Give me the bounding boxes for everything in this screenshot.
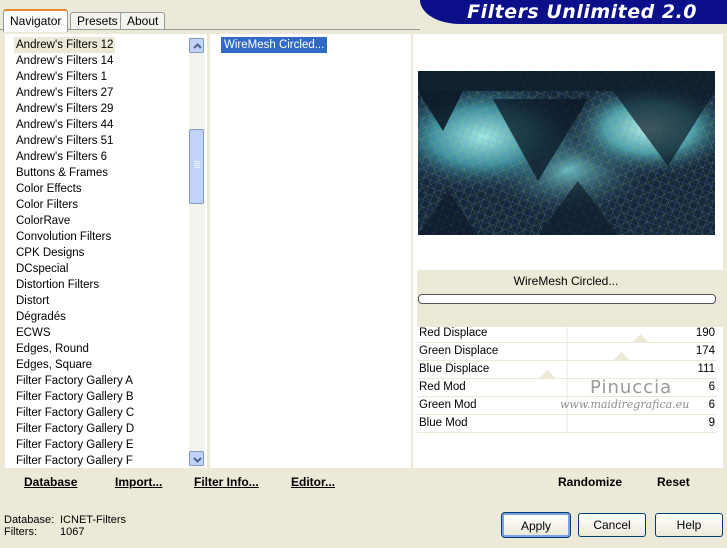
scroll-down-button[interactable] xyxy=(189,451,204,466)
filter-item-wiremesh-circled[interactable]: WireMesh Circled... xyxy=(221,37,328,53)
scroll-thumb[interactable] xyxy=(189,129,204,204)
parameter-slider[interactable]: Red Displace 190 xyxy=(417,325,717,343)
parameter-label: Blue Displace xyxy=(419,363,490,375)
selected-filter-label: WireMesh Circled... xyxy=(513,274,619,288)
preview-image xyxy=(418,71,715,235)
chevron-down-icon xyxy=(193,457,202,463)
category-item[interactable]: Buttons & Frames xyxy=(14,165,110,181)
category-item[interactable]: Andrew's Filters 29 xyxy=(14,101,115,117)
category-item[interactable]: Filter Factory Gallery D xyxy=(14,421,136,437)
row-divider xyxy=(417,432,717,433)
app-title: Filters Unlimited 2.0 xyxy=(467,1,697,23)
title-banner: Filters Unlimited 2.0 xyxy=(420,0,727,24)
randomize-button[interactable]: Randomize xyxy=(558,475,622,489)
filters-count: 1067 xyxy=(60,526,85,538)
tab-presets[interactable]: Presets xyxy=(70,12,125,30)
category-item[interactable]: Color Effects xyxy=(14,181,84,197)
category-item[interactable]: Andrew's Filters 1 xyxy=(14,69,109,85)
reset-button[interactable]: Reset xyxy=(657,475,690,489)
apply-button[interactable]: Apply xyxy=(501,512,571,538)
scroll-up-button[interactable] xyxy=(189,38,204,53)
watermark-name: Pinuccia xyxy=(590,377,673,398)
parameter-label: Green Mod xyxy=(419,399,477,411)
panel-divider xyxy=(207,34,210,468)
editor-button[interactable]: Editor... xyxy=(291,475,335,489)
parameter-value: 6 xyxy=(708,381,715,393)
category-item[interactable]: CPK Designs xyxy=(14,245,86,261)
progress-bar xyxy=(418,294,716,304)
category-item[interactable]: Convolution Filters xyxy=(14,229,113,245)
category-item[interactable]: Filter Factory Gallery E xyxy=(14,437,136,453)
category-item[interactable]: Filter Factory Gallery B xyxy=(14,389,136,405)
category-item[interactable]: ECWS xyxy=(14,325,53,341)
tab-navigator[interactable]: Navigator xyxy=(3,9,69,32)
category-item[interactable]: Andrew's Filters 44 xyxy=(14,117,115,133)
database-value: ICNET-Filters xyxy=(60,514,126,526)
category-item[interactable]: Distortion Filters xyxy=(14,277,101,293)
help-button[interactable]: Help xyxy=(655,513,723,537)
category-item[interactable]: Andrew's Filters 14 xyxy=(14,53,115,69)
category-item[interactable]: Andrew's Filters 27 xyxy=(14,85,115,101)
database-label: Database: xyxy=(4,514,55,526)
watermark-site: www.maidiregrafica.eu xyxy=(560,398,690,411)
category-item[interactable]: Edges, Square xyxy=(14,357,94,373)
parameter-value: 190 xyxy=(695,327,715,339)
category-item[interactable]: Andrew's Filters 51 xyxy=(14,133,115,149)
category-item[interactable]: Filter Factory Gallery C xyxy=(14,405,136,421)
parameter-label: Red Displace xyxy=(419,327,488,339)
category-item[interactable]: Andrew's Filters 12 xyxy=(14,37,116,53)
category-list[interactable]: Andrew's Filters 12 Andrew's Filters 14 An… xyxy=(5,34,189,468)
parameter-slider[interactable]: Blue Mod 9 xyxy=(417,415,717,433)
category-item[interactable]: Filter Factory Gallery F xyxy=(14,453,135,468)
import-button[interactable]: Import... xyxy=(115,475,162,489)
parameter-value: 9 xyxy=(708,417,715,429)
category-item[interactable]: Dégradés xyxy=(14,309,68,325)
category-item[interactable]: Color Filters xyxy=(14,197,80,213)
filters-label: Filters: xyxy=(4,526,37,538)
category-item[interactable]: DCspecial xyxy=(14,261,70,277)
cancel-button[interactable]: Cancel xyxy=(578,513,646,537)
category-item[interactable]: Andrew's Filters 6 xyxy=(14,149,109,165)
tab-about[interactable]: About xyxy=(120,12,166,30)
tab-bar: Navigator Presets About xyxy=(0,0,420,32)
parameter-label: Blue Mod xyxy=(419,417,468,429)
category-item[interactable]: Edges, Round xyxy=(14,341,91,357)
parameter-label: Green Displace xyxy=(419,345,499,357)
parameter-label: Red Mod xyxy=(419,381,466,393)
category-scrollbar[interactable] xyxy=(189,37,205,468)
category-item[interactable]: Distort xyxy=(14,293,51,309)
chevron-up-icon xyxy=(193,43,202,49)
parameter-slider[interactable]: Green Displace 174 xyxy=(417,343,717,361)
filter-info-button[interactable]: Filter Info... xyxy=(194,475,259,489)
parameter-value: 111 xyxy=(697,363,715,375)
database-button[interactable]: Database xyxy=(24,475,77,489)
parameter-value: 6 xyxy=(708,399,715,411)
category-item[interactable]: Filter Factory Gallery A xyxy=(14,373,135,389)
category-item[interactable]: ColorRave xyxy=(14,213,72,229)
parameter-value: 174 xyxy=(695,345,715,357)
